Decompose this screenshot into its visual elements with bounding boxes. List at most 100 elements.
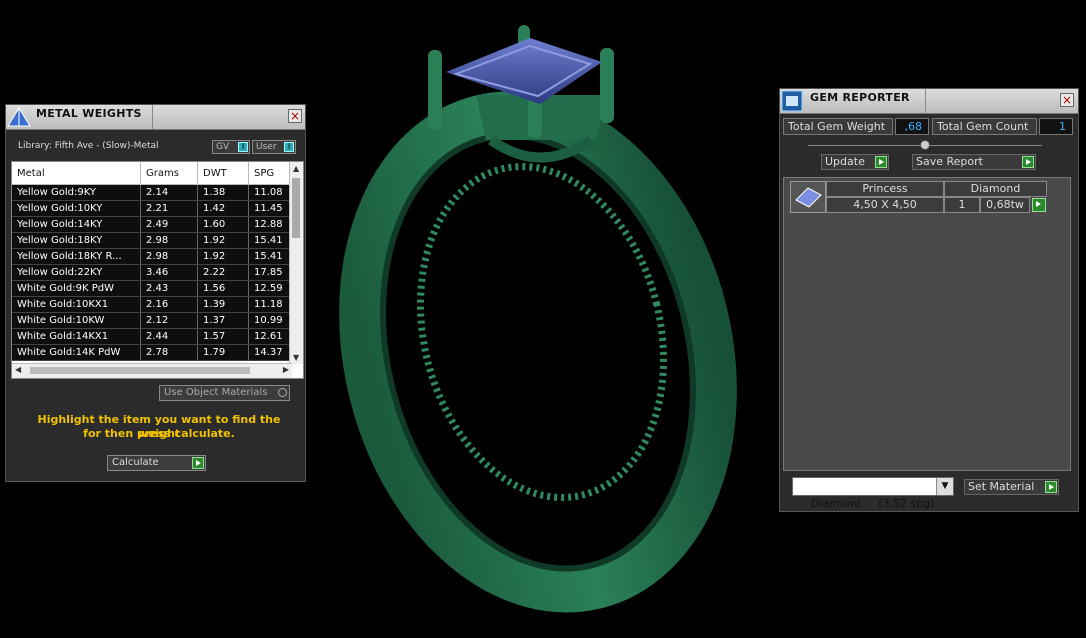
- metal-cell: Yellow Gold:18KY: [12, 232, 141, 249]
- calculate-button[interactable]: Calculate: [107, 455, 206, 471]
- chevron-down-icon[interactable]: ▼: [936, 478, 953, 495]
- dwt-cell: 1.39: [197, 296, 249, 313]
- dwt-cell: 1.60: [197, 216, 249, 233]
- use-object-materials-button[interactable]: Use Object Materials: [159, 385, 290, 401]
- table-row[interactable]: White Gold:14KX1 2.44 1.57 12.61: [12, 328, 300, 345]
- dwt-cell: 1.79: [197, 344, 249, 361]
- scroll-up-arrow[interactable]: ▲: [293, 164, 299, 173]
- metal-cell: White Gold:10KX1: [12, 296, 141, 313]
- table-row[interactable]: Yellow Gold:22KY 3.46 2.22 17.85: [12, 264, 300, 281]
- table-row[interactable]: Yellow Gold:14KY 2.49 1.60 12.88: [12, 216, 300, 233]
- gem-list: Princess Diamond 4,50 X 4,50 1 0,68tw: [783, 177, 1071, 471]
- library-label: Library: Fifth Ave - (Slow)-Metal: [18, 141, 159, 151]
- metal-cell: Yellow Gold:18KY R...: [12, 248, 141, 265]
- table-row[interactable]: Yellow Gold:18KY R... 2.98 1.92 15.41: [12, 248, 300, 265]
- viewport-3d[interactable]: [306, 0, 776, 634]
- gem-reporter-close-button[interactable]: ×: [1060, 93, 1074, 107]
- column-header-dwt[interactable]: DWT: [197, 162, 249, 185]
- table-row[interactable]: Yellow Gold:9KY 2.14 1.38 11.08: [12, 184, 300, 201]
- dwt-cell: 2.22: [197, 264, 249, 281]
- total-gem-count-value: 1: [1039, 118, 1073, 135]
- save-report-label: Save Report: [916, 155, 983, 168]
- radio-icon[interactable]: [278, 388, 287, 397]
- metal-weights-panel: METAL WEIGHTS × Library: Fifth Ave - (Sl…: [5, 104, 306, 482]
- gv-toggle[interactable]: GV I: [212, 140, 250, 154]
- metal-cell: Yellow Gold:14KY: [12, 216, 141, 233]
- table-row[interactable]: White Gold:14K PdW 2.78 1.79 14.37: [12, 344, 300, 361]
- save-report-play-icon[interactable]: [1022, 156, 1034, 168]
- material-select-value: Diamond (3,52 spg): [811, 497, 935, 510]
- user-toggle[interactable]: User I: [252, 140, 296, 154]
- set-material-play-icon[interactable]: [1045, 481, 1057, 493]
- gem-cut: Princess: [826, 181, 944, 197]
- total-gem-weight-value: ,68: [895, 118, 929, 135]
- table-row[interactable]: Yellow Gold:10KY 2.21 1.42 11.45: [12, 200, 300, 217]
- grams-cell: 2.16: [140, 296, 198, 313]
- grams-cell: 2.98: [140, 248, 198, 265]
- metal-weights-icon: [7, 107, 31, 127]
- metal-cell: White Gold:14KX1: [12, 328, 141, 345]
- gem-row-play-icon[interactable]: [1032, 198, 1046, 212]
- splitter-handle[interactable]: [808, 140, 1042, 150]
- calculate-play-icon[interactable]: [192, 457, 204, 469]
- grams-cell: 2.43: [140, 280, 198, 297]
- scroll-h-thumb[interactable]: [30, 367, 250, 374]
- gem-count: 1: [944, 197, 980, 213]
- grams-cell: 2.49: [140, 216, 198, 233]
- column-header-grams[interactable]: Grams: [140, 162, 198, 185]
- gem-thumbnail: [790, 181, 826, 213]
- table-row[interactable]: White Gold:10KX1 2.16 1.39 11.18: [12, 296, 300, 313]
- table-row[interactable]: White Gold:10KW 2.12 1.37 10.99: [12, 312, 300, 329]
- update-play-icon[interactable]: [875, 156, 887, 168]
- scroll-left-arrow[interactable]: ◀: [15, 365, 21, 374]
- user-toggle-indicator[interactable]: I: [284, 142, 294, 152]
- user-label: User: [256, 142, 277, 152]
- splitter-knob-icon[interactable]: [920, 140, 930, 150]
- grams-cell: 3.46: [140, 264, 198, 281]
- grams-cell: 2.12: [140, 312, 198, 329]
- gem-reporter-titlebar[interactable]: GEM REPORTER ×: [780, 89, 1078, 114]
- gv-toggle-indicator[interactable]: I: [238, 142, 248, 152]
- table-horizontal-scrollbar[interactable]: ◀ ▶: [12, 363, 292, 378]
- gem-reporter-icon: [781, 90, 803, 112]
- dwt-cell: 1.37: [197, 312, 249, 329]
- scroll-right-arrow[interactable]: ▶: [283, 365, 289, 374]
- gem-material: Diamond: [944, 181, 1047, 197]
- material-select[interactable]: Diamond (3,52 spg) ▼: [792, 477, 954, 510]
- gem-reporter-title: GEM REPORTER: [810, 91, 910, 104]
- metal-cell: White Gold:10KW: [12, 312, 141, 329]
- dwt-cell: 1.42: [197, 200, 249, 217]
- set-material-button[interactable]: Set Material: [964, 479, 1059, 495]
- dwt-cell: 1.38: [197, 184, 249, 201]
- table-vertical-scrollbar[interactable]: ▲ ▼: [289, 162, 303, 364]
- princess-cut-icon: [795, 187, 822, 208]
- metal-table: Metal Grams DWT SPG Yellow Gold:9KY 2.14 1…: [11, 161, 304, 379]
- metal-weights-titlebar[interactable]: METAL WEIGHTS ×: [6, 105, 305, 130]
- column-header-metal[interactable]: Metal: [12, 162, 141, 185]
- total-gem-count-label: Total Gem Count: [932, 118, 1037, 135]
- dwt-cell: 1.92: [197, 232, 249, 249]
- table-row[interactable]: Yellow Gold:18KY 2.98 1.92 15.41: [12, 232, 300, 249]
- ring-model[interactable]: [306, 0, 776, 634]
- metal-weights-close-button[interactable]: ×: [288, 109, 302, 123]
- gem-weight: 0,68tw: [980, 197, 1030, 213]
- grams-cell: 2.21: [140, 200, 198, 217]
- grams-cell: 2.78: [140, 344, 198, 361]
- dwt-cell: 1.57: [197, 328, 249, 345]
- metal-cell: Yellow Gold:9KY: [12, 184, 141, 201]
- title-tab-divider: [152, 105, 153, 129]
- save-report-button[interactable]: Save Report: [912, 154, 1036, 170]
- gem-reporter-panel: GEM REPORTER × Total Gem Weight ,68 Tota…: [779, 88, 1079, 512]
- metal-weights-title: METAL WEIGHTS: [36, 107, 142, 120]
- update-button[interactable]: Update: [821, 154, 889, 170]
- table-row[interactable]: White Gold:9K PdW 2.43 1.56 12.59: [12, 280, 300, 297]
- grams-cell: 2.98: [140, 232, 198, 249]
- scroll-thumb[interactable]: [292, 178, 300, 238]
- gem-row[interactable]: Princess Diamond 4,50 X 4,50 1 0,68tw: [790, 181, 1048, 215]
- gv-label: GV: [216, 142, 230, 152]
- grams-cell: 2.44: [140, 328, 198, 345]
- dwt-cell: 1.56: [197, 280, 249, 297]
- instruction-message-line2: for then press calculate.: [83, 427, 235, 440]
- set-material-label: Set Material: [968, 480, 1035, 493]
- scroll-down-arrow[interactable]: ▼: [293, 353, 299, 362]
